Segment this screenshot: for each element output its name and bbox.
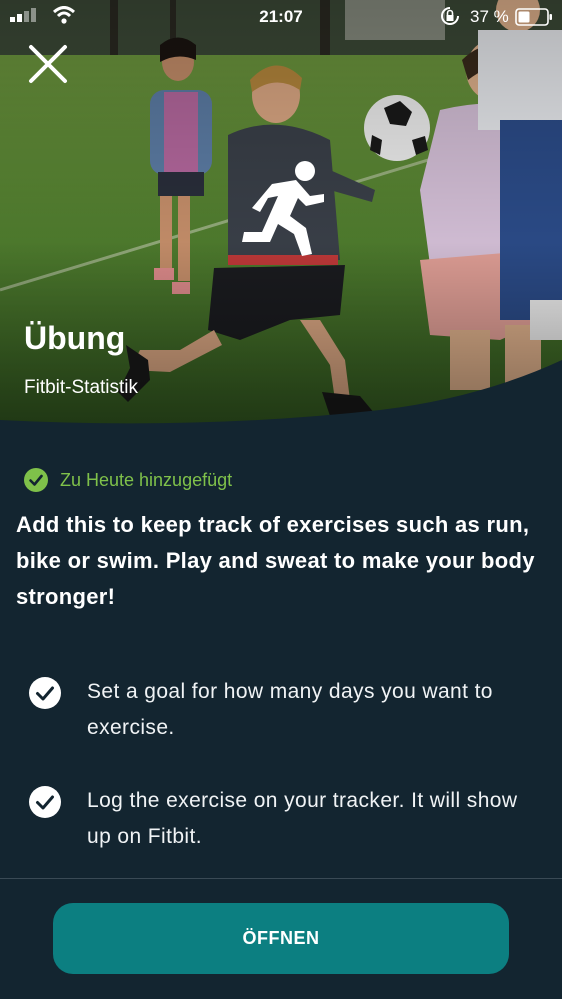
battery-percent: 37 % [470, 7, 509, 26]
open-button[interactable]: ÖFFNEN [53, 903, 509, 974]
description-text: Add this to keep track of exercises such… [16, 512, 535, 609]
list-item-text: Set a goal for how many days you want to… [87, 680, 493, 739]
battery-icon [515, 8, 552, 26]
check-circle-icon [24, 468, 48, 492]
running-person-icon [242, 161, 324, 256]
rotation-lock-icon [441, 7, 459, 25]
close-icon[interactable] [26, 42, 70, 86]
added-status-label: Zu Heute hinzugefügt [60, 469, 233, 490]
hero-banner: 21:07 37 % Übung Fitbit-Statistik [0, 0, 562, 440]
page-title: Übung [24, 320, 126, 356]
list-item: Log the exercise on your tracker. It wil… [28, 783, 538, 855]
check-circle-icon [29, 677, 61, 709]
list-item: Set a goal for how many days you want to… [28, 674, 538, 746]
added-status: Zu Heute hinzugefügt [24, 468, 232, 492]
status-bar: 21:07 37 % [0, 0, 562, 32]
check-circle-icon [29, 786, 61, 818]
page-subtitle: Fitbit-Statistik [24, 377, 139, 398]
list-item-text: Log the exercise on your tracker. It wil… [87, 789, 518, 848]
divider [0, 878, 562, 879]
